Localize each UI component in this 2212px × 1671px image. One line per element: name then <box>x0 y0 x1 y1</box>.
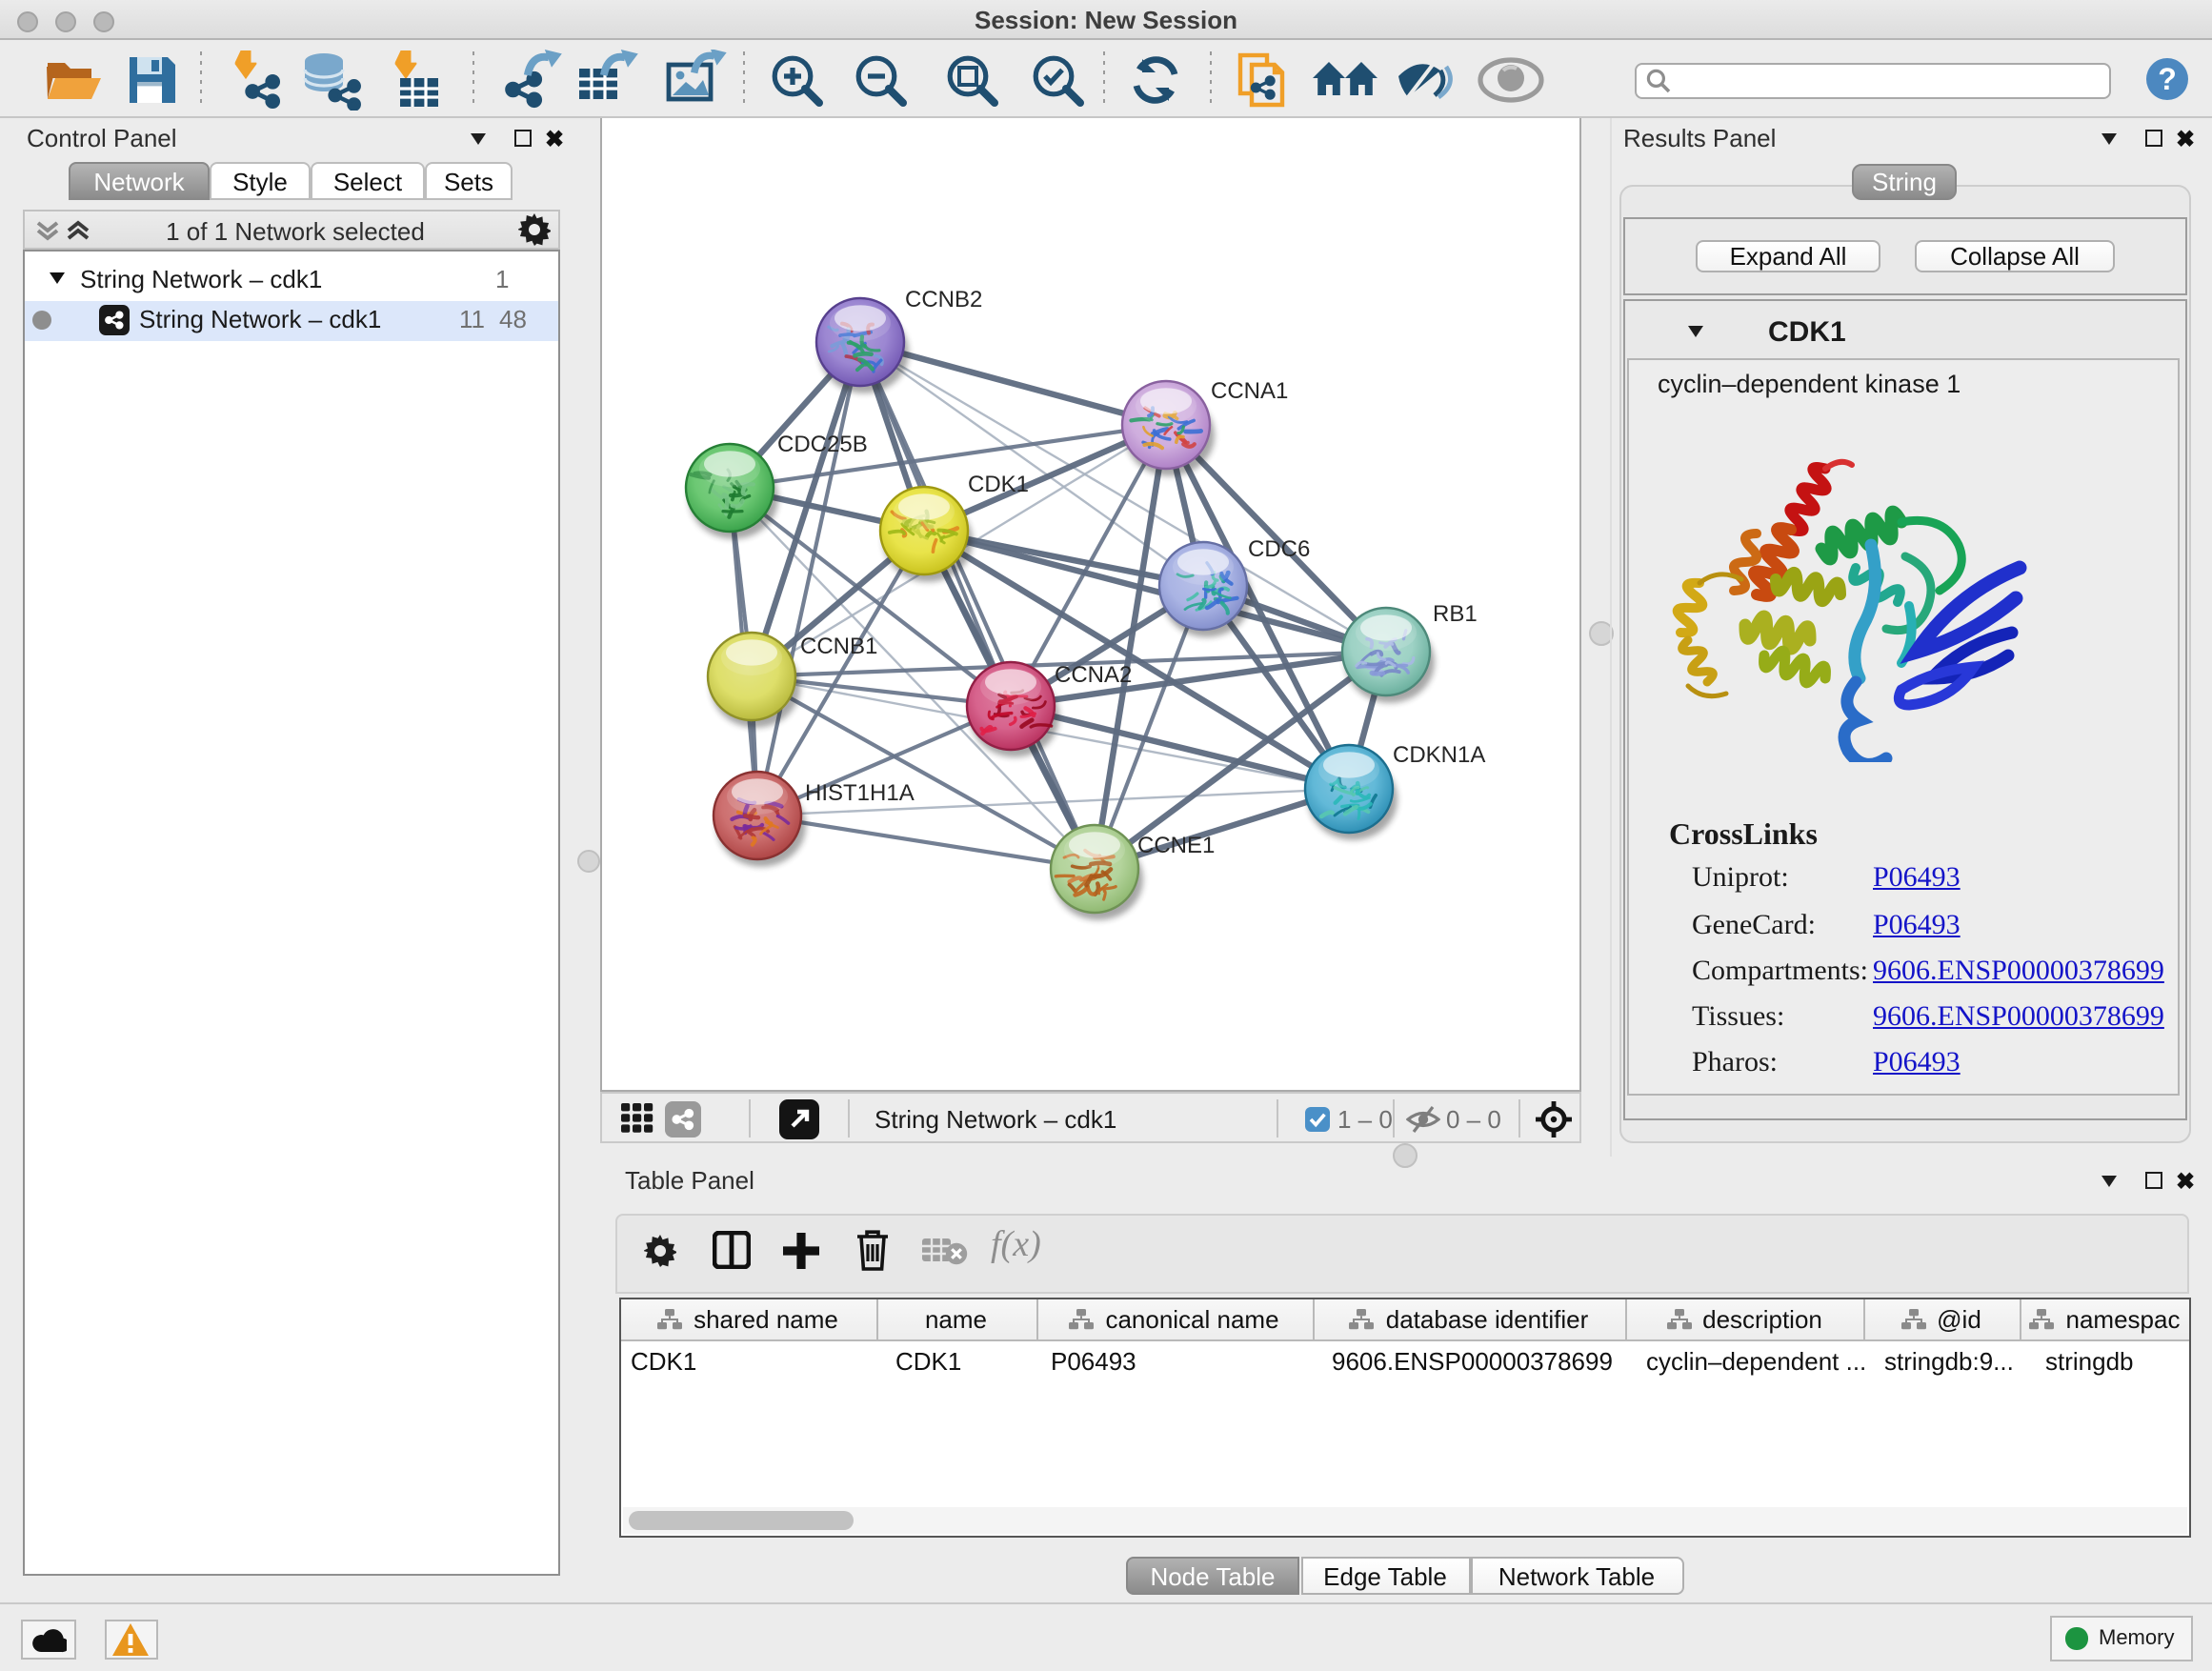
svg-text:RB1: RB1 <box>1433 601 1478 627</box>
svg-text:CCNB2: CCNB2 <box>905 287 982 312</box>
svg-text:CDC25B: CDC25B <box>777 432 868 457</box>
svg-text:CCNB1: CCNB1 <box>800 634 877 659</box>
svg-text:CDC6: CDC6 <box>1248 536 1310 562</box>
svg-text:CCNA1: CCNA1 <box>1211 378 1288 404</box>
svg-text:CCNE1: CCNE1 <box>1137 833 1215 858</box>
svg-text:?: ? <box>2158 62 2177 96</box>
svg-text:CDK1: CDK1 <box>968 472 1029 497</box>
svg-text:HIST1H1A: HIST1H1A <box>805 780 915 806</box>
svg-text:CDKN1A: CDKN1A <box>1393 742 1485 768</box>
svg-text:CCNA2: CCNA2 <box>1055 662 1132 688</box>
